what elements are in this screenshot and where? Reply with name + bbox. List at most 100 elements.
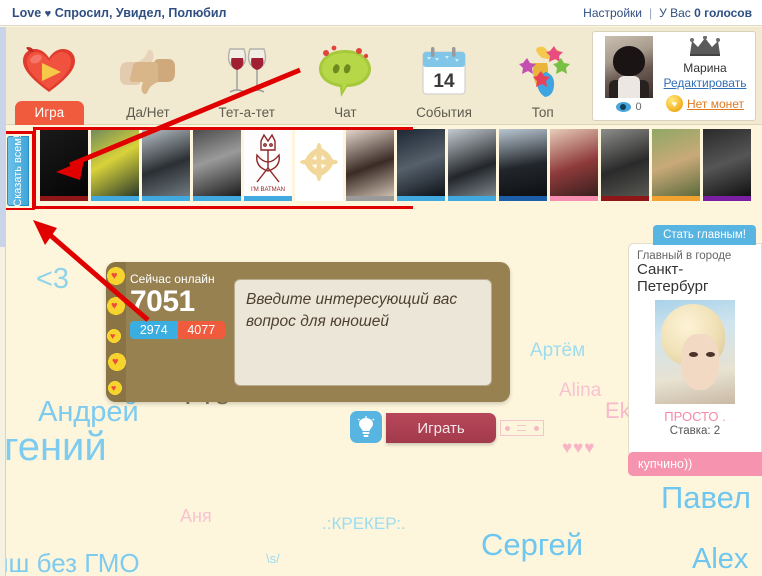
city-leader-message: купчино))	[628, 452, 762, 476]
thumbnail-item[interactable]	[499, 129, 547, 201]
bouquet-stars-icon	[515, 44, 571, 100]
svg-text:I'M BATMAN: I'M BATMAN	[251, 187, 285, 193]
crown-icon	[688, 35, 722, 60]
thumbnail-status-bar	[346, 196, 394, 201]
lightbulb-icon[interactable]	[350, 411, 382, 443]
coins-label[interactable]: Нет монет	[687, 97, 744, 111]
profile-views: 0	[616, 101, 642, 113]
hearts-icon: ♥♥♥	[562, 438, 596, 457]
thumbnail-status-bar	[448, 196, 496, 201]
thumb-girl-scarf	[142, 129, 190, 196]
nav-item-top[interactable]: Топ	[493, 27, 592, 125]
thumb-sunglasses	[397, 129, 445, 196]
play-button[interactable]: Играть	[386, 413, 496, 443]
cloud-name: .:КРЕКЕР:.	[322, 514, 406, 533]
nav-label-chat: Чат	[334, 105, 357, 120]
gender-counts: 2974 4077	[130, 320, 225, 339]
thumbnail-item[interactable]	[397, 129, 445, 201]
thumb-girl-field	[652, 129, 700, 196]
user-info: Марина Редактировать ♥ Нет монет	[655, 32, 755, 120]
thumbnail-item[interactable]	[40, 129, 88, 201]
strip-highlight-left	[33, 127, 36, 209]
female-count: 4077	[177, 320, 225, 339]
thumbnail-list: I'M BATMAN	[40, 129, 751, 201]
thumbnail-item[interactable]	[346, 129, 394, 201]
header-right-links: Настройки | У Вас 0 голосов	[583, 6, 752, 20]
thumbnail-status-bar	[295, 196, 343, 201]
thumbnail-item[interactable]	[601, 129, 649, 201]
thumbnail-status-bar	[91, 196, 139, 201]
male-count: 2974	[130, 320, 178, 339]
thumbnail-item[interactable]	[142, 129, 190, 201]
nav-item-events[interactable]: 14 События	[395, 27, 494, 125]
coin-icon: ♥	[665, 95, 683, 112]
thumbnail-item[interactable]	[193, 129, 241, 201]
left-rail-scroll[interactable]	[0, 27, 6, 247]
thumbnail-item[interactable]	[550, 129, 598, 201]
say-to-all-tab[interactable]: Сказать всем!	[7, 135, 29, 207]
user-profile-box[interactable]: 0 Марина Редактировать ♥ Нет монет	[592, 31, 756, 121]
nav-item-tete-a-tete[interactable]: Тет-а-тет	[197, 27, 296, 125]
speech-bubble-icon	[314, 44, 376, 100]
cloud-name: иш без ГМО	[0, 548, 140, 576]
face-eyes	[689, 352, 715, 357]
cloud-name: Alex	[692, 543, 749, 575]
question-input[interactable]: Введите интересующий вас вопрос для юнош…	[234, 279, 492, 386]
votes-status: У Вас 0 голосов	[659, 6, 752, 20]
question-dialog: ♥ ♥ ♥ ♥ ♥ Сейчас онлайн 7051 2974 4077 В…	[106, 262, 510, 402]
cloud-name: Ek	[605, 398, 631, 423]
cloud-name: Аня	[180, 506, 212, 526]
thumb-contact-sheet	[703, 129, 751, 196]
thumbnail-status-bar	[193, 196, 241, 201]
city-leader-bet: Ставка: 2	[669, 425, 721, 437]
brand-tagline: Спросил, Увидел, Полюбил	[54, 5, 227, 20]
nav-items: Игра Да/Нет Тет-а-тет Чат 14 События Топ	[0, 27, 592, 125]
online-label: Сейчас онлайн	[130, 272, 215, 286]
thumbnail-item[interactable]	[703, 129, 751, 201]
page-root: Love ♥ Спросил, Увидел, Полюбил Настройк…	[0, 0, 762, 576]
say-to-all-label: Сказать всем!	[12, 135, 24, 207]
thumb-car	[499, 129, 547, 196]
thumbnail-item[interactable]	[652, 129, 700, 201]
heart-icon: ♥	[112, 356, 119, 368]
avatar[interactable]	[605, 36, 653, 98]
city-leader-avatar[interactable]	[655, 300, 735, 404]
header-separator: |	[649, 5, 653, 20]
thumbnail-status-bar	[244, 196, 292, 201]
thumb-girl-profile	[346, 129, 394, 196]
nav-label-tete-a-tete: Тет-а-тет	[218, 105, 275, 120]
main-navigation: Игра Да/Нет Тет-а-тет Чат 14 События Топ…	[0, 27, 762, 125]
city-leader-panel: Главный в городе Санкт-Петербург ПРОСТО …	[628, 243, 762, 457]
nav-item-chat[interactable]: Чат	[296, 27, 395, 125]
votes-count: 0 голосов	[694, 5, 752, 20]
domino-icon	[500, 420, 544, 436]
edit-profile-link[interactable]: Редактировать	[664, 76, 747, 90]
online-count: 7051	[130, 285, 195, 318]
settings-link[interactable]: Настройки	[583, 6, 642, 20]
thumbnail-item[interactable]	[91, 129, 139, 201]
thumbnail-item[interactable]	[295, 129, 343, 201]
svg-text:14: 14	[433, 71, 455, 92]
city-leader-name[interactable]: ПРОСТО .	[637, 409, 753, 424]
become-main-button[interactable]: Стать главным!	[653, 225, 756, 245]
hearts-pattern-strip: ♥ ♥ ♥ ♥ ♥	[106, 262, 126, 402]
site-logo[interactable]: Love ♥ Спросил, Увидел, Полюбил	[12, 6, 226, 20]
thumbnail-item[interactable]: I'M BATMAN	[244, 129, 292, 201]
nav-item-game[interactable]: Игра	[0, 27, 99, 125]
thumbnail-status-bar	[40, 196, 88, 201]
top-header-bar: Love ♥ Спросил, Увидел, Полюбил Настройк…	[0, 0, 762, 26]
nav-label-yesno: Да/Нет	[126, 105, 170, 120]
heart-icon: ♥	[111, 300, 118, 312]
thumb-girl-plaid	[550, 129, 598, 196]
thumbnail-item[interactable]	[448, 129, 496, 201]
heart-icon: ♥	[110, 331, 116, 341]
nav-item-yesno[interactable]: Да/Нет	[99, 27, 198, 125]
cloud-name: гений	[4, 425, 107, 469]
cloud-name: Сергей	[481, 527, 584, 562]
thumbs-up-down-icon	[117, 44, 179, 100]
thumbnail-status-bar	[550, 196, 598, 201]
coins-status[interactable]: ♥ Нет монет	[665, 95, 744, 112]
thumbnail-status-bar	[652, 196, 700, 201]
calendar-14-icon: 14	[418, 44, 470, 100]
cloud-name: \s/	[266, 551, 280, 566]
